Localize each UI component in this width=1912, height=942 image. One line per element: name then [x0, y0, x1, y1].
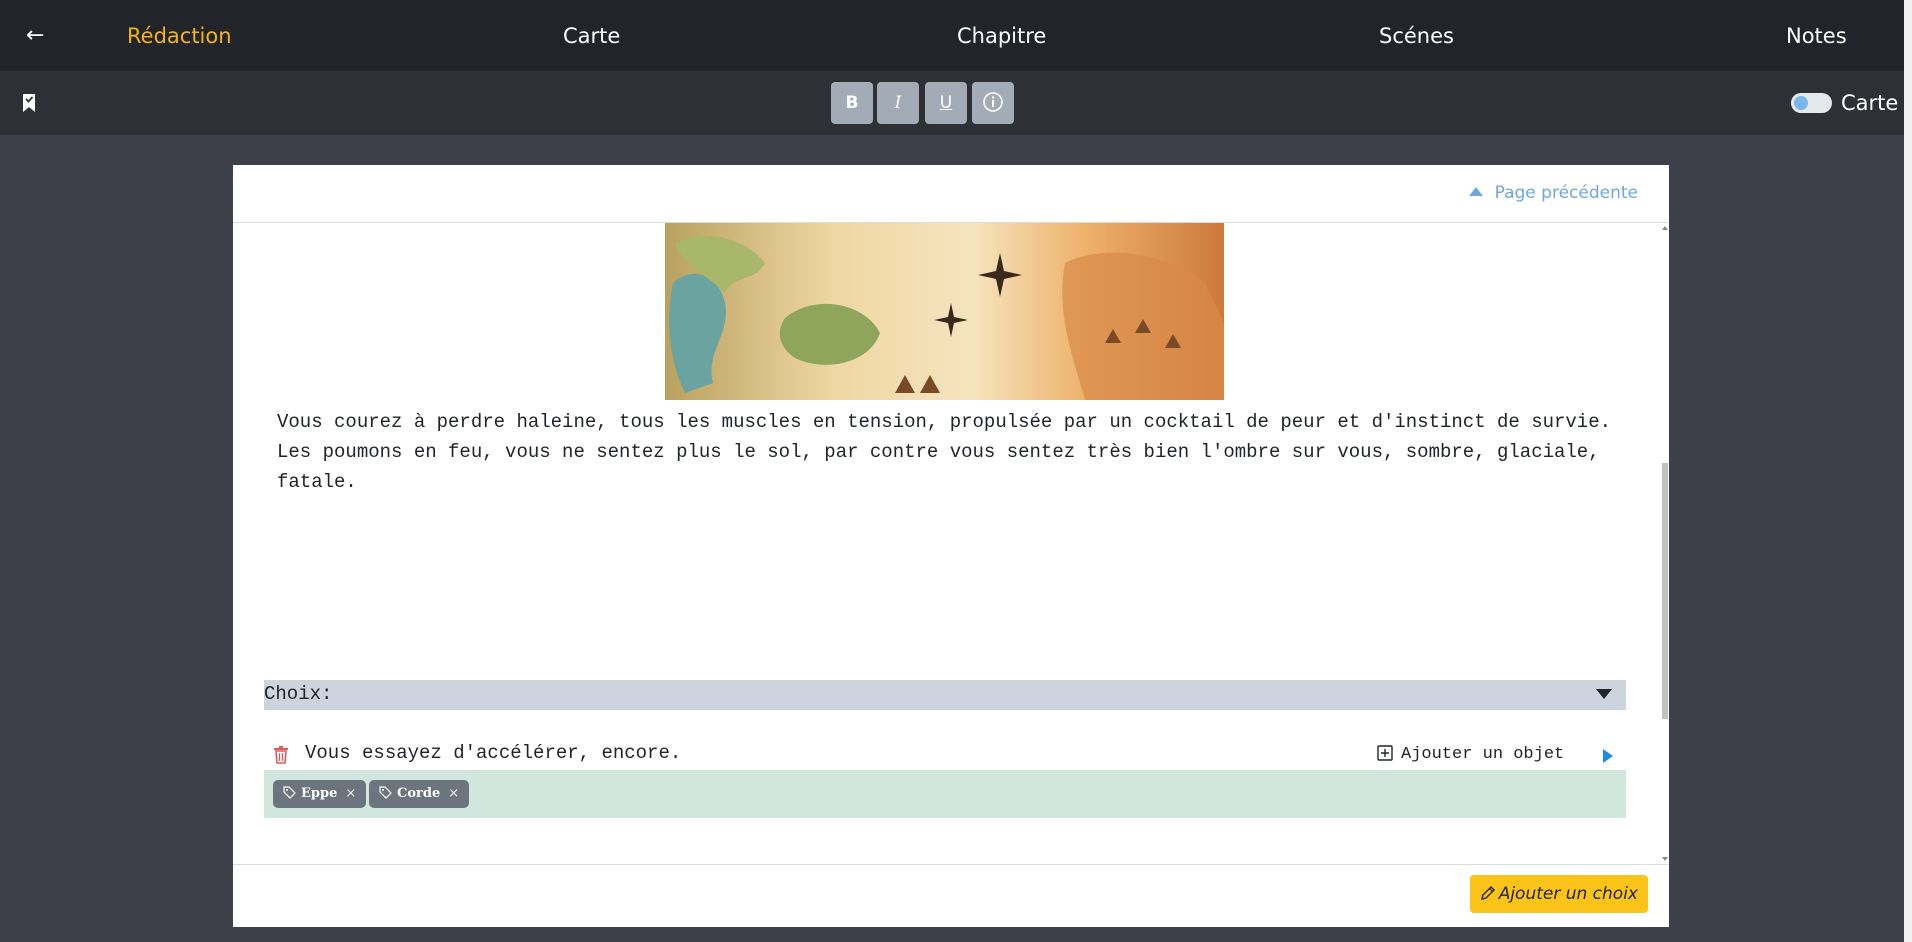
- nav-tab-chapitre[interactable]: Chapitre: [957, 22, 1046, 50]
- choices-header-label: Choix:: [264, 683, 333, 705]
- nav-tab-notes[interactable]: Notes: [1786, 22, 1847, 50]
- remove-tag-icon[interactable]: ×: [345, 786, 356, 801]
- back-arrow-icon[interactable]: ←: [26, 22, 44, 50]
- scrollbar-thumb[interactable]: [1662, 463, 1668, 719]
- italic-button[interactable]: I: [877, 82, 919, 124]
- page-scrollbar[interactable]: [1904, 0, 1912, 942]
- play-icon[interactable]: [1603, 749, 1613, 763]
- nav-tab-carte[interactable]: Carte: [563, 22, 620, 50]
- editor-scrollbar[interactable]: [1661, 223, 1669, 864]
- bold-button[interactable]: B: [831, 82, 873, 124]
- top-nav: ← Rédaction Carte Chapitre Scénes Notes: [0, 0, 1912, 71]
- add-object-label: Ajouter un objet: [1401, 745, 1565, 764]
- previous-page-label: Page précédente: [1494, 183, 1638, 203]
- remove-tag-icon[interactable]: ×: [448, 786, 459, 801]
- trash-icon[interactable]: [273, 746, 289, 764]
- caret-up-icon: [1468, 187, 1483, 196]
- bookmark-icon[interactable]: [22, 93, 36, 113]
- card-header: Page précédente: [233, 165, 1669, 223]
- choice-text[interactable]: Vous essayez d'accélérer, encore.: [305, 742, 681, 764]
- plus-square-icon: [1377, 745, 1393, 761]
- caret-down-icon: [1596, 689, 1612, 699]
- object-tags-bar: Eppe × Corde ×: [264, 770, 1626, 818]
- object-tag: Corde ×: [369, 780, 470, 808]
- object-tag: Eppe ×: [273, 780, 367, 808]
- tag-label: Corde: [397, 786, 441, 801]
- info-icon: [983, 92, 1003, 112]
- choices-header[interactable]: Choix:: [264, 680, 1626, 710]
- nav-tab-redaction[interactable]: Rédaction: [127, 22, 232, 50]
- previous-page-link[interactable]: Page précédente: [1468, 183, 1638, 203]
- editor-toolbar: B I U Carte: [0, 71, 1912, 135]
- add-choice-button[interactable]: Ajouter un choix: [1469, 875, 1648, 913]
- pencil-icon: [1480, 886, 1495, 900]
- scroll-down-icon[interactable]: [1662, 857, 1668, 861]
- editor-scroll-area[interactable]: Vous courez à perdre haleine, tous les m…: [233, 223, 1669, 864]
- scroll-up-icon[interactable]: [1662, 226, 1668, 230]
- carte-toggle[interactable]: [1791, 93, 1832, 113]
- tag-icon: [283, 786, 296, 799]
- add-object-button[interactable]: Ajouter un objet: [1377, 745, 1564, 764]
- story-text[interactable]: Vous courez à perdre haleine, tous les m…: [277, 407, 1637, 497]
- card-footer: Ajouter un choix: [233, 864, 1669, 928]
- toggle-knob: [1794, 96, 1808, 110]
- tag-icon: [379, 786, 392, 799]
- info-button[interactable]: [972, 82, 1014, 124]
- nav-tab-scenes[interactable]: Scénes: [1379, 22, 1454, 50]
- fantasy-map-image: [665, 223, 1224, 400]
- carte-toggle-label: Carte: [1841, 91, 1899, 115]
- editor-card: Page précédente Vous courez à perdre hal…: [233, 165, 1669, 927]
- tag-label: Eppe: [301, 786, 338, 801]
- add-choice-label: Ajouter un choix: [1498, 884, 1638, 904]
- underline-button[interactable]: U: [925, 82, 967, 124]
